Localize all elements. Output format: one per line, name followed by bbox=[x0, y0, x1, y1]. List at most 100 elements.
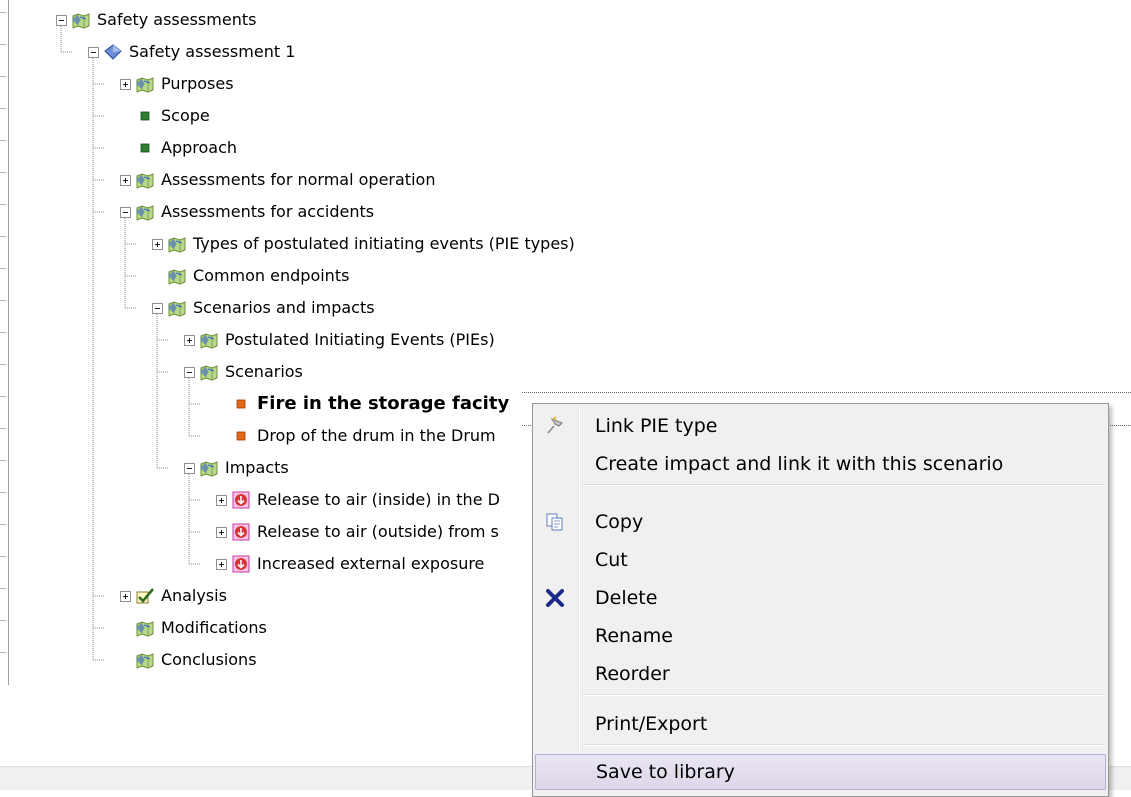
tree-node[interactable]: Conclusions bbox=[120, 648, 259, 672]
folder-map-icon bbox=[72, 13, 90, 29]
tree-node[interactable]: Approach bbox=[120, 136, 239, 160]
menu-item-label: Save to library bbox=[596, 761, 735, 783]
expand-plus-icon[interactable] bbox=[152, 238, 163, 250]
expand-plus-icon[interactable] bbox=[216, 526, 227, 538]
expand-plus-icon[interactable] bbox=[184, 334, 195, 346]
folder-map-icon bbox=[168, 237, 186, 253]
expand-plus-icon[interactable] bbox=[216, 558, 227, 570]
tree-node[interactable]: Common endpoints bbox=[152, 264, 351, 288]
copy-icon bbox=[546, 513, 563, 531]
collapse-minus-icon[interactable] bbox=[184, 366, 195, 378]
collapse-minus-icon[interactable] bbox=[152, 302, 163, 314]
tree-node[interactable]: Safety assessment 1 bbox=[88, 40, 297, 64]
tree-node-label[interactable]: Postulated Initiating Events (PIEs) bbox=[223, 330, 497, 350]
menu-item-icon-slot bbox=[535, 408, 575, 444]
tree-node-label[interactable]: Fire in the storage facity bbox=[255, 394, 511, 414]
tree-node-label[interactable]: Release to air (outside) from s bbox=[255, 522, 501, 542]
menu-item-label: Rename bbox=[595, 625, 673, 647]
menu-item-label: Create impact and link it with this scen… bbox=[595, 453, 1004, 475]
red-down-arrow-icon bbox=[232, 491, 250, 509]
tree-node[interactable]: Increased external exposure bbox=[216, 552, 486, 576]
folder-map-icon bbox=[200, 365, 218, 381]
tree-node[interactable]: Safety assessments bbox=[56, 8, 258, 32]
menu-item-icon-slot bbox=[535, 446, 575, 482]
tree-node[interactable]: Assessments for normal operation bbox=[120, 168, 437, 192]
menu-item[interactable]: Link PIE type bbox=[535, 408, 1106, 444]
menu-item[interactable]: Rename bbox=[535, 618, 1106, 654]
tree-node[interactable]: Scenarios bbox=[184, 360, 305, 384]
menu-item-icon-slot bbox=[535, 656, 575, 692]
tree-node[interactable]: Modifications bbox=[120, 616, 269, 640]
tree-node[interactable]: Assessments for accidents bbox=[120, 200, 376, 224]
tree-node[interactable]: Fire in the storage facity bbox=[216, 392, 511, 416]
folder-map-icon bbox=[136, 77, 154, 93]
expand-plus-icon[interactable] bbox=[120, 78, 131, 90]
collapse-minus-icon[interactable] bbox=[120, 206, 131, 218]
menu-separator bbox=[583, 744, 1104, 746]
tree-node-label[interactable]: Safety assessments bbox=[95, 10, 258, 30]
tree-node-label[interactable]: Scenarios bbox=[223, 362, 305, 382]
tree-node-label[interactable]: Types of postulated initiating events (P… bbox=[191, 234, 577, 254]
tree-node[interactable]: Scope bbox=[120, 104, 212, 128]
context-menu: Link PIE type Create impact and link it w… bbox=[532, 403, 1109, 797]
menu-item[interactable]: Save to library bbox=[535, 754, 1106, 790]
orange-square-icon bbox=[236, 399, 246, 409]
menu-item-label: Copy bbox=[595, 511, 644, 533]
tree-node-label[interactable]: Approach bbox=[159, 138, 239, 158]
menu-item-icon-slot bbox=[535, 706, 575, 742]
menu-item[interactable]: Delete bbox=[535, 580, 1106, 616]
menu-separator bbox=[583, 694, 1104, 696]
folder-map-icon bbox=[168, 269, 186, 285]
menu-item-label: Reorder bbox=[595, 663, 670, 685]
tree-node[interactable]: Release to air (outside) from s bbox=[216, 520, 501, 544]
tree-node-label[interactable]: Common endpoints bbox=[191, 266, 351, 286]
folder-map-icon bbox=[168, 301, 186, 317]
folder-map-icon bbox=[136, 205, 154, 221]
tree-node-label[interactable]: Release to air (inside) in the D bbox=[255, 490, 502, 510]
tree-node[interactable]: Impacts bbox=[184, 456, 291, 480]
green-square-icon bbox=[140, 143, 150, 153]
collapse-minus-icon[interactable] bbox=[56, 14, 67, 26]
menu-item[interactable]: Create impact and link it with this scen… bbox=[535, 446, 1106, 482]
tree-node-label[interactable]: Increased external exposure bbox=[255, 554, 486, 574]
tree-node-label[interactable]: Modifications bbox=[159, 618, 269, 638]
tree-node-label[interactable]: Safety assessment 1 bbox=[127, 42, 297, 62]
collapse-minus-icon[interactable] bbox=[88, 46, 99, 58]
delete-x-icon bbox=[546, 589, 564, 607]
tree-node-label[interactable]: Scenarios and impacts bbox=[191, 298, 377, 318]
menu-item-label: Cut bbox=[595, 549, 628, 571]
tree-node[interactable]: Purposes bbox=[120, 72, 236, 96]
tree-node[interactable]: Analysis bbox=[120, 584, 229, 608]
red-down-arrow-icon bbox=[232, 523, 250, 541]
tree-node-label[interactable]: Impacts bbox=[223, 458, 291, 478]
expand-plus-icon[interactable] bbox=[120, 174, 131, 186]
tree-node-label[interactable]: Purposes bbox=[159, 74, 236, 94]
folder-map-icon bbox=[136, 173, 154, 189]
tree-node-label[interactable]: Scope bbox=[159, 106, 212, 126]
tree-node-label[interactable]: Conclusions bbox=[159, 650, 259, 670]
menu-item[interactable]: Reorder bbox=[535, 656, 1106, 692]
menu-item[interactable]: Copy bbox=[535, 504, 1106, 540]
tree-node-label[interactable]: Assessments for normal operation bbox=[159, 170, 437, 190]
expand-plus-icon[interactable] bbox=[120, 590, 131, 602]
tree-node-label[interactable]: Drop of the drum in the Drum bbox=[255, 426, 498, 446]
menu-item[interactable]: Cut bbox=[535, 542, 1106, 578]
folder-map-icon bbox=[200, 333, 218, 349]
expand-plus-icon[interactable] bbox=[216, 494, 227, 506]
tree-node[interactable]: Types of postulated initiating events (P… bbox=[152, 232, 577, 256]
folder-map-icon bbox=[200, 461, 218, 477]
blue-diamond-icon bbox=[104, 44, 122, 60]
menu-item-label: Print/Export bbox=[595, 713, 708, 735]
tree-node[interactable]: Release to air (inside) in the D bbox=[216, 488, 502, 512]
collapse-minus-icon[interactable] bbox=[184, 462, 195, 474]
tree-node-label[interactable]: Assessments for accidents bbox=[159, 202, 376, 222]
folder-map-icon bbox=[136, 653, 154, 669]
tree-node[interactable]: Scenarios and impacts bbox=[152, 296, 377, 320]
tree-node[interactable]: Postulated Initiating Events (PIEs) bbox=[184, 328, 497, 352]
checkmark-icon bbox=[136, 588, 154, 604]
menu-item[interactable]: Print/Export bbox=[535, 706, 1106, 742]
tree-node-label[interactable]: Analysis bbox=[159, 586, 229, 606]
menu-item-icon-slot bbox=[535, 542, 575, 578]
menu-item-label: Delete bbox=[595, 587, 658, 609]
tree-node[interactable]: Drop of the drum in the Drum bbox=[216, 424, 498, 448]
